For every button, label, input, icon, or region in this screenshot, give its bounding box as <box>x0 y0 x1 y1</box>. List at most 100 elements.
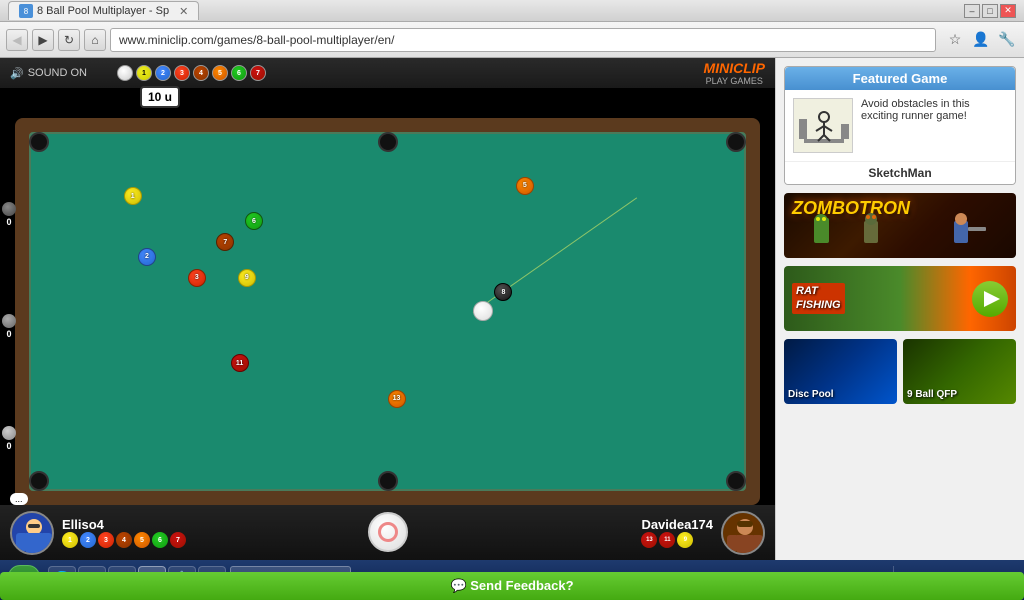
chat-bubble-left: ... <box>10 493 28 505</box>
player-left: ... <box>10 511 186 555</box>
speaker-icon: 🔊 <box>10 67 24 80</box>
cue-ball-display <box>368 512 408 552</box>
pool-table[interactable]: 1 5 8 2 3 9 7 6 11 13 <box>29 132 746 491</box>
ball-blue: 2 <box>138 248 156 266</box>
rat-fishing-text: RATFISHING <box>792 283 845 313</box>
toolbar-icons: ☆ 👤 🔧 <box>944 29 1018 51</box>
p-ball-7: 7 <box>170 532 186 548</box>
zombotron-thumbnail[interactable]: ZOMBOTRON <box>784 193 1016 258</box>
p-ball-2: 2 <box>80 532 96 548</box>
ball-3-selector[interactable]: 3 <box>174 65 190 81</box>
p-ball-9: 9 <box>677 532 693 548</box>
zombotron-characters <box>784 213 1016 253</box>
ball-brown: 7 <box>216 233 234 251</box>
score-item-1: 0 <box>2 202 16 227</box>
ball-green: 6 <box>245 212 263 230</box>
sound-button[interactable]: 🔊 SOUND ON <box>10 67 87 80</box>
score-num-3: 0 <box>6 441 11 451</box>
player-left-avatar <box>10 511 54 555</box>
score-item-2: 0 <box>2 314 16 339</box>
pocket-top-right <box>726 132 746 152</box>
featured-thumbnail[interactable] <box>793 98 853 153</box>
ball-selector[interactable]: 1 2 3 4 5 6 7 <box>117 65 266 81</box>
minimize-button[interactable]: – <box>964 4 980 18</box>
close-button[interactable]: ✕ <box>1000 4 1016 18</box>
player-right-balls: 13 11 9 <box>641 532 713 548</box>
ball-2-selector[interactable]: 2 <box>155 65 171 81</box>
pocket-bottom-right <box>726 471 746 491</box>
ball-5-selector[interactable]: 5 <box>212 65 228 81</box>
avatar-image-left <box>12 513 54 555</box>
address-bar[interactable]: www.miniclip.com/games/8-ball-pool-multi… <box>110 28 936 52</box>
ball-orange2: 13 <box>388 390 406 408</box>
sound-label: SOUND ON <box>28 67 87 79</box>
featured-content: Avoid obstacles in this exciting runner … <box>785 90 1015 161</box>
pocket-bottom-left <box>29 471 49 491</box>
game-area: 🔊 SOUND ON 1 2 3 4 5 6 7 MINICLIP PLAY G… <box>0 58 775 560</box>
pool-table-container: 1 5 8 2 3 9 7 6 11 13 <box>15 118 760 505</box>
ball-yellow2: 9 <box>238 269 256 287</box>
p-ball-4: 4 <box>116 532 132 548</box>
player-right-avatar <box>721 511 765 555</box>
star-icon[interactable]: ☆ <box>944 29 966 51</box>
p-ball-6: 6 <box>152 532 168 548</box>
score-ball-3 <box>2 426 16 440</box>
games-row: Disc Pool 9 Ball QFP <box>784 339 1016 404</box>
play-arrow-icon <box>984 291 1000 307</box>
disc-pool-label: Disc Pool <box>788 389 834 400</box>
browser-titlebar: 8 8 Ball Pool Multiplayer - Sp ✕ – □ ✕ <box>0 0 1024 22</box>
person-icon[interactable]: 👤 <box>970 29 992 51</box>
ball-yellow: 1 <box>124 187 142 205</box>
maximize-button[interactable]: □ <box>982 4 998 18</box>
tab-close-button[interactable]: ✕ <box>179 5 188 18</box>
pocket-bottom-middle <box>378 471 398 491</box>
rat-fishing-thumbnail[interactable]: RATFISHING <box>784 266 1016 331</box>
ball-darkred: 11 <box>231 354 249 372</box>
forward-button[interactable]: ▶ <box>32 29 54 51</box>
play-button[interactable] <box>972 281 1008 317</box>
browser-toolbar: ◀ ▶ ↻ ⌂ www.miniclip.com/games/8-ball-po… <box>0 22 1024 58</box>
tab-favicon: 8 <box>19 4 33 18</box>
pocket-top-middle <box>378 132 398 152</box>
ball-1-selector[interactable]: 1 <box>136 65 152 81</box>
player-left-name: Elliso4 <box>62 517 186 532</box>
miniclip-logo: MINICLIP PLAY GAMES <box>704 60 765 86</box>
window-controls: – □ ✕ <box>964 4 1016 18</box>
miniclip-text: MINICLIP <box>704 60 765 76</box>
back-button[interactable]: ◀ <box>6 29 28 51</box>
browser-tab[interactable]: 8 8 Ball Pool Multiplayer - Sp ✕ <box>8 1 199 20</box>
ball-striped-orange: 5 <box>516 177 534 195</box>
game-header: 🔊 SOUND ON 1 2 3 4 5 6 7 MINICLIP PLAY G… <box>0 58 775 88</box>
score-num-2: 0 <box>6 329 11 339</box>
nine-ball-label: 9 Ball QFP <box>907 389 957 400</box>
disc-pool-thumbnail[interactable]: Disc Pool <box>784 339 897 404</box>
player-left-balls: 1 2 3 4 5 6 7 <box>62 532 186 548</box>
main-content: 🔊 SOUND ON 1 2 3 4 5 6 7 MINICLIP PLAY G… <box>0 58 1024 560</box>
play-games-text: PLAY GAMES <box>704 76 765 86</box>
right-sidebar: Featured Game <box>775 58 1024 560</box>
center-cue-ball <box>368 512 408 552</box>
refresh-button[interactable]: ↻ <box>58 29 80 51</box>
p-ball-13: 13 <box>641 532 657 548</box>
ball-6-selector[interactable]: 6 <box>231 65 247 81</box>
ball-8: 8 <box>494 283 512 301</box>
score-item-3: 0 <box>2 426 16 451</box>
nine-ball-thumbnail[interactable]: 9 Ball QFP <box>903 339 1016 404</box>
player-left-avatar-container: ... <box>10 511 54 555</box>
ball-4-selector[interactable]: 4 <box>193 65 209 81</box>
rat-fishing-container: RATFISHING <box>784 266 1016 331</box>
player-bar: ... <box>0 505 775 560</box>
timer-text: 10 u <box>148 90 172 104</box>
ball-red: 3 <box>188 269 206 287</box>
score-ball-1 <box>2 202 16 216</box>
home-button[interactable]: ⌂ <box>84 29 106 51</box>
score-sidebar: 0 0 0 <box>0 148 18 505</box>
score-ball-2 <box>2 314 16 328</box>
wrench-icon[interactable]: 🔧 <box>996 29 1018 51</box>
player-right-info: Davidea174 13 11 9 <box>641 517 713 548</box>
featured-name[interactable]: SketchMan <box>785 161 1015 184</box>
timer-badge: 10 u <box>140 86 180 108</box>
ball-7-selector[interactable]: 7 <box>250 65 266 81</box>
p-ball-1: 1 <box>62 532 78 548</box>
cue-ball-selector[interactable] <box>117 65 133 81</box>
